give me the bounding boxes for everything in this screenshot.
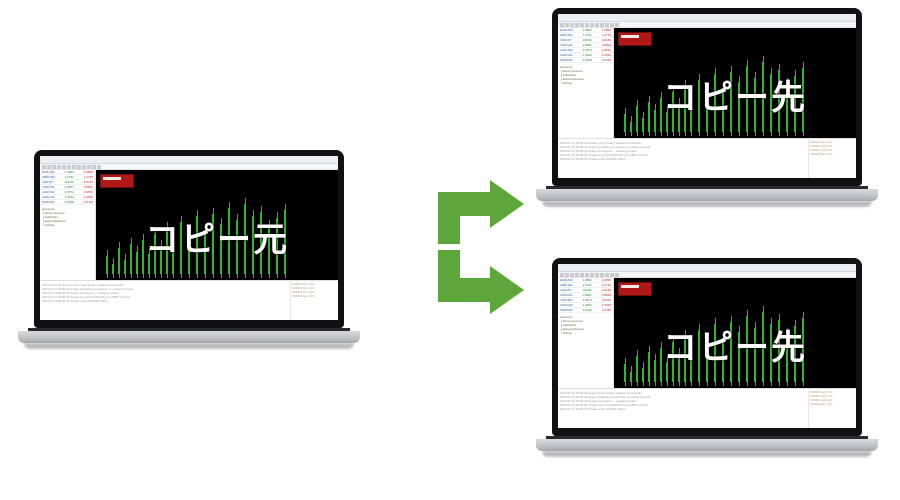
workspace: EURUSD1.08521.0853GBPUSD1.27311.2733USDJ… [558,28,856,138]
screen-bezel: EURUSD1.08521.0853GBPUSD1.27311.2733USDJ… [34,150,344,328]
workspace: EURUSD1.08521.0853GBPUSD1.27311.2733USDJ… [558,278,856,388]
laptop-source: EURUSD1.08521.0853GBPUSD1.27311.2733USDJ… [34,150,344,343]
market-watch-panel: EURUSD1.08521.0853GBPUSD1.27311.2733USDJ… [558,28,614,138]
terminal-panel: 2024.01.01 00:00:01 Expert 'CopyTrader' … [558,388,856,428]
navigator-tree: Accounts ├ Demo Account ├ Indicators ├ E… [558,63,613,87]
log-area: 2024.01.01 00:00:01 Expert 'CopyTrader' … [40,281,290,320]
candlesticks [618,316,852,382]
candlesticks [618,66,852,132]
window-titlebar [558,264,856,272]
quote-list: EURUSD1.08521.0853GBPUSD1.27311.2733USDJ… [40,170,95,205]
market-watch-panel: EURUSD1.08521.0853GBPUSD1.27311.2733USDJ… [40,170,96,280]
ea-indicator-box [618,32,652,46]
nav-item: └ Scripts [560,81,611,85]
order-row: 100004 buy 0.10 [292,294,337,298]
log-area: 2024.01.01 00:00:01 Expert 'CopyTrader' … [558,389,808,428]
quote-list: EURUSD1.08521.0853GBPUSD1.27311.2733USDJ… [558,278,613,313]
log-area: 2024.01.01 00:00:01 Expert 'CopyTrader' … [558,139,808,178]
ea-indicator-box [618,282,652,296]
orders-area: 100001 buy 0.10100002 buy 0.10100003 sel… [290,281,338,320]
terminal-panel: 2024.01.01 00:00:01 Expert 'CopyTrader' … [40,280,338,320]
orders-area: 100001 buy 0.10100002 buy 0.10100003 sel… [808,139,856,178]
price-chart: コピー先 [614,28,856,138]
ea-indicator-box [100,174,134,188]
market-watch-panel: EURUSD1.08521.0853GBPUSD1.27311.2733USDJ… [558,278,614,388]
trading-app-screen: EURUSD1.08521.0853GBPUSD1.27311.2733USDJ… [558,14,856,178]
laptop-deck [536,189,878,201]
log-line: 2024.01.01 00:00:05 Trades order #100001… [560,157,806,161]
laptop-destination-2: EURUSD1.08521.0853GBPUSD1.27311.2733USDJ… [552,258,862,451]
laptop-destination-1: EURUSD1.08521.0853GBPUSD1.27311.2733USDJ… [552,8,862,201]
candlesticks [100,208,334,274]
log-line: 2024.01.01 00:00:05 Trades order #100001… [42,299,288,303]
navigator-tree: Accounts ├ Demo Account ├ Indicators ├ E… [558,313,613,337]
laptop-deck [536,439,878,451]
trading-app-screen: EURUSD1.08521.0853GBPUSD1.27311.2733USDJ… [40,156,338,320]
nav-item: └ Scripts [560,331,611,335]
order-row: 100004 buy 0.10 [810,402,855,406]
trading-app-screen: EURUSD1.08521.0853GBPUSD1.27311.2733USDJ… [558,264,856,428]
screen-bezel: EURUSD1.08521.0853GBPUSD1.27311.2733USDJ… [552,258,862,436]
workspace: EURUSD1.08521.0853GBPUSD1.27311.2733USDJ… [40,170,338,280]
window-titlebar [558,14,856,22]
copy-sync-icon [390,162,530,332]
price-chart: コピー元 [96,170,338,280]
log-line: 2024.01.01 00:00:05 Trades order #100001… [560,407,806,411]
nav-item: └ Scripts [42,223,93,227]
screen-bezel: EURUSD1.08521.0853GBPUSD1.27311.2733USDJ… [552,8,862,186]
price-chart: コピー先 [614,278,856,388]
quote-list: EURUSD1.08521.0853GBPUSD1.27311.2733USDJ… [558,28,613,63]
window-titlebar [40,156,338,164]
laptop-deck [18,331,360,343]
order-row: 100004 buy 0.10 [810,152,855,156]
orders-area: 100001 buy 0.10100002 buy 0.10100003 sel… [808,389,856,428]
navigator-tree: Accounts ├ Demo Account ├ Indicators ├ E… [40,205,95,229]
terminal-panel: 2024.01.01 00:00:01 Expert 'CopyTrader' … [558,138,856,178]
